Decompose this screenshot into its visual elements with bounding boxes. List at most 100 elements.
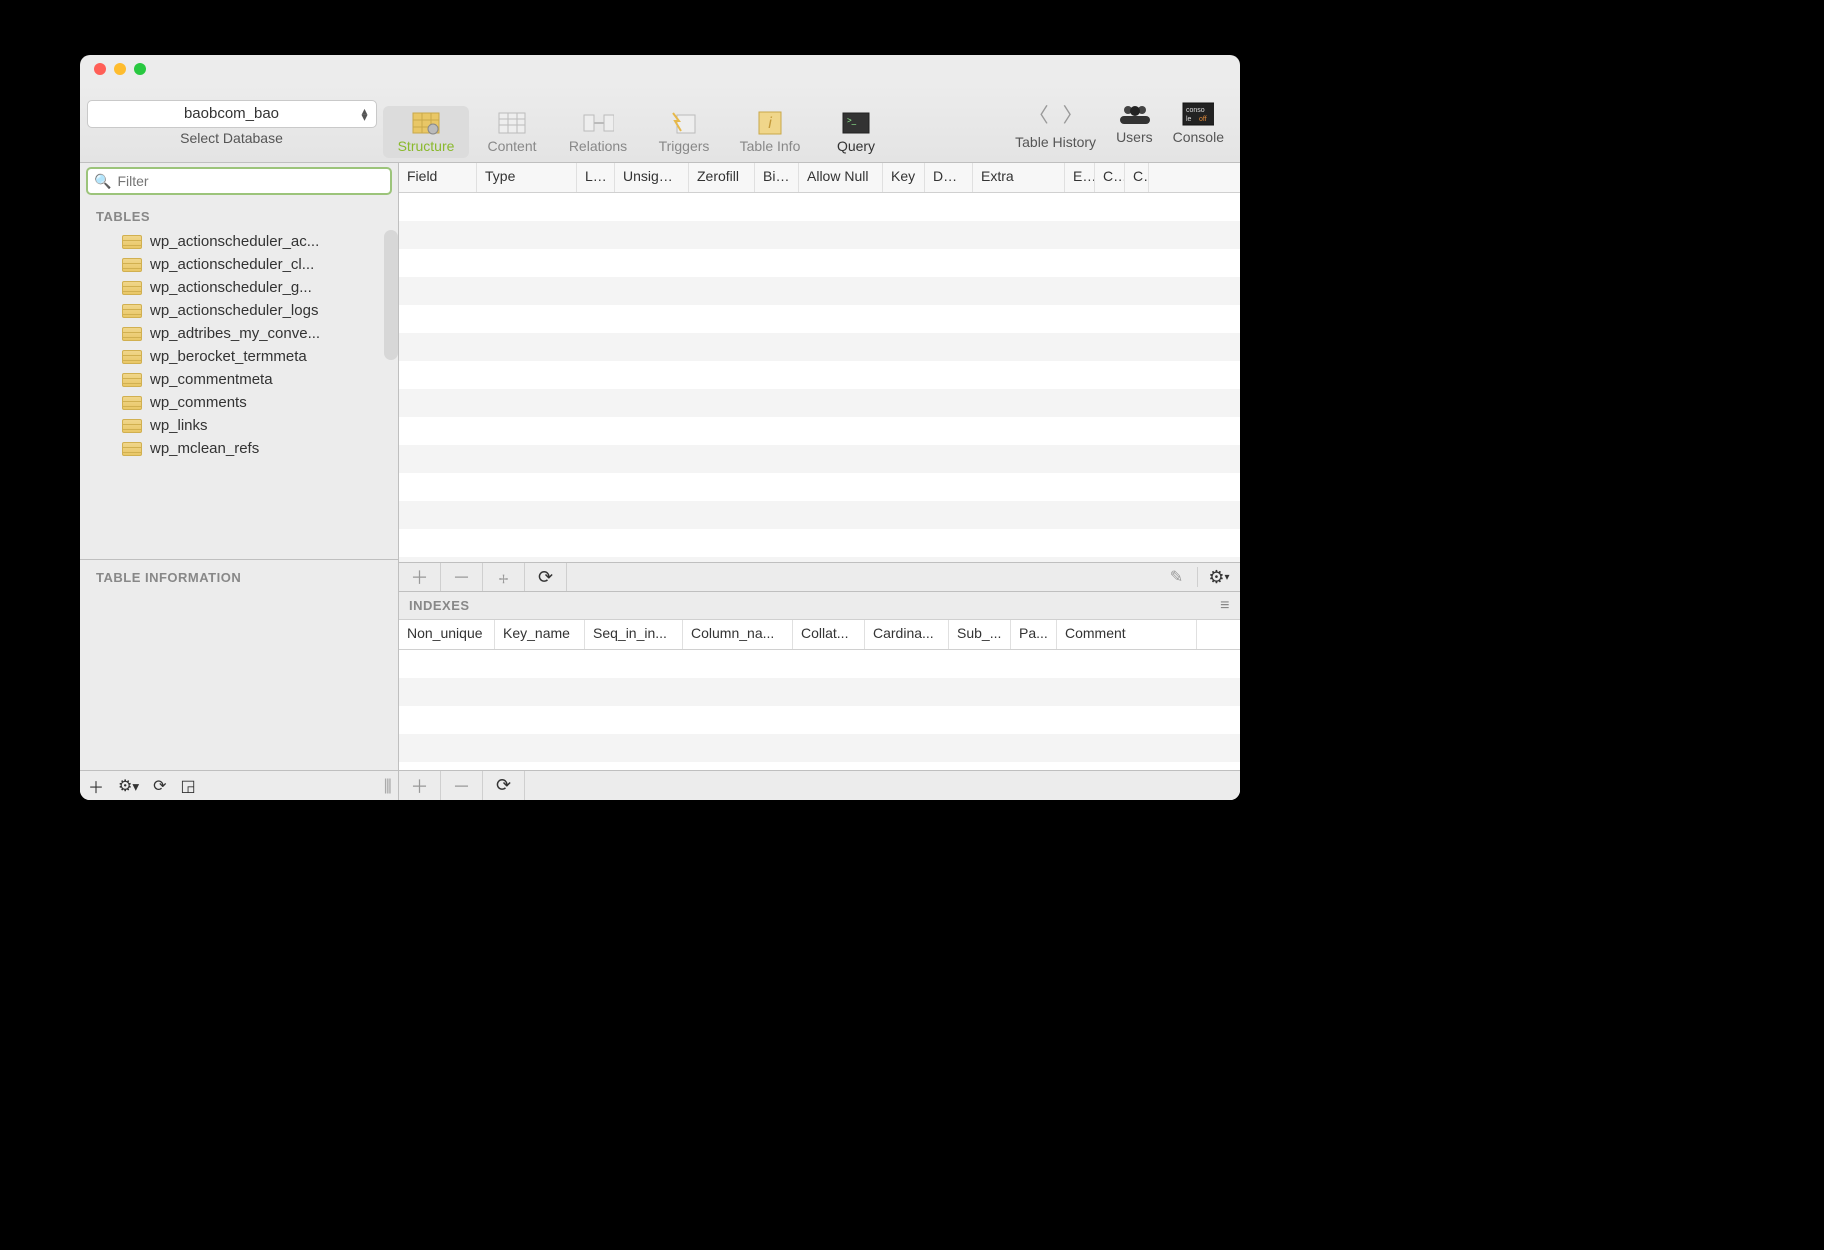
resize-handle-icon[interactable]: |||: [384, 777, 390, 795]
add-table-button[interactable]: ＋: [88, 774, 104, 798]
relations-icon: [582, 110, 614, 136]
column-header[interactable]: Le...: [577, 163, 615, 192]
column-header[interactable]: Type: [477, 163, 577, 192]
table-information-header: TABLE INFORMATION: [80, 560, 398, 591]
table-name: wp_actionscheduler_logs: [150, 302, 318, 319]
tab-structure[interactable]: Structure: [383, 106, 469, 158]
table-name: wp_actionscheduler_cl...: [150, 256, 314, 273]
column-header[interactable]: Extra: [973, 163, 1065, 192]
indexes-toolbar: ＋ － ⟳: [399, 770, 1240, 800]
tab-label: Triggers: [659, 138, 710, 154]
tab-label: Content: [487, 138, 536, 154]
gear-icon[interactable]: ⚙︎▾: [118, 776, 139, 796]
table-row[interactable]: wp_links: [80, 414, 398, 437]
indexes-menu-icon[interactable]: ≡: [1220, 597, 1230, 615]
table-row[interactable]: wp_mclean_refs: [80, 437, 398, 460]
table-name: wp_actionscheduler_g...: [150, 279, 312, 296]
column-header[interactable]: Def...: [925, 163, 973, 192]
fields-toolbar: ＋ － ⧾ ⟳ ✎ ⚙︎▾: [399, 562, 1240, 592]
chevron-updown-icon: ▴▾: [361, 108, 367, 120]
table-name: wp_mclean_refs: [150, 440, 259, 457]
filter-box[interactable]: 🔍: [86, 167, 392, 195]
index-column-header[interactable]: Column_na...: [683, 620, 793, 649]
index-column-header[interactable]: Seq_in_in...: [585, 620, 683, 649]
table-icon: [122, 442, 142, 456]
table-icon: [122, 258, 142, 272]
duplicate-field-button[interactable]: ⧾: [483, 563, 525, 591]
tab-triggers[interactable]: Triggers: [641, 106, 727, 158]
collapse-button[interactable]: ◲: [180, 776, 195, 796]
database-select[interactable]: baobcom_bao ▴▾: [87, 100, 377, 128]
console-icon: consoleoff: [1182, 101, 1214, 127]
table-icon: [122, 235, 142, 249]
console-button[interactable]: consoleoff Console: [1163, 101, 1240, 145]
table-name: wp_comments: [150, 394, 247, 411]
tables-section-header: TABLES: [80, 199, 398, 230]
indexes-grid[interactable]: [399, 650, 1240, 770]
table-row[interactable]: wp_commentmeta: [80, 368, 398, 391]
fields-header: FieldTypeLe...UnsignedZerofillBin...Allo…: [399, 163, 1240, 193]
column-header[interactable]: Key: [883, 163, 925, 192]
database-select-label: Select Database: [180, 130, 283, 146]
index-column-header[interactable]: Key_name: [495, 620, 585, 649]
tab-query[interactable]: >_ Query: [813, 106, 899, 158]
sidebar-scrollbar[interactable]: [384, 230, 398, 360]
svg-text:le: le: [1186, 116, 1192, 123]
add-field-button[interactable]: ＋: [399, 563, 441, 591]
structure-icon: [410, 110, 442, 136]
svg-text:>_: >_: [847, 116, 857, 125]
table-name: wp_adtribes_my_conve...: [150, 325, 320, 342]
history-back-button[interactable]: 〈: [1025, 95, 1053, 132]
users-button[interactable]: Users: [1106, 101, 1163, 145]
column-header[interactable]: Allow Null: [799, 163, 883, 192]
index-column-header[interactable]: Collat...: [793, 620, 865, 649]
table-name: wp_actionscheduler_ac...: [150, 233, 319, 250]
remove-field-button[interactable]: －: [441, 563, 483, 591]
fields-grid[interactable]: [399, 193, 1240, 562]
table-row[interactable]: wp_berocket_termmeta: [80, 345, 398, 368]
table-row[interactable]: wp_actionscheduler_g...: [80, 276, 398, 299]
index-column-header[interactable]: Pa...: [1011, 620, 1057, 649]
column-header[interactable]: Zerofill: [689, 163, 755, 192]
table-row[interactable]: wp_actionscheduler_ac...: [80, 230, 398, 253]
users-icon: [1118, 101, 1150, 127]
index-column-header[interactable]: Cardina...: [865, 620, 949, 649]
edit-button[interactable]: ✎: [1156, 567, 1198, 587]
window-minimize-button[interactable]: [114, 63, 126, 75]
index-column-header[interactable]: Comment: [1057, 620, 1197, 649]
refresh-fields-button[interactable]: ⟳: [525, 563, 567, 591]
history-forward-button[interactable]: 〉: [1059, 95, 1087, 132]
indexes-header-label: INDEXES: [409, 598, 470, 613]
column-header[interactable]: Bin...: [755, 163, 799, 192]
table-row[interactable]: wp_actionscheduler_cl...: [80, 253, 398, 276]
filter-input[interactable]: [117, 173, 384, 189]
table-icon: [122, 304, 142, 318]
tab-relations[interactable]: Relations: [555, 106, 641, 158]
table-row[interactable]: wp_actionscheduler_logs: [80, 299, 398, 322]
column-header[interactable]: C...: [1095, 163, 1125, 192]
table-row[interactable]: wp_adtribes_my_conve...: [80, 322, 398, 345]
column-header[interactable]: C.: [1125, 163, 1149, 192]
sidebar: 🔍 TABLES wp_actionscheduler_ac... wp_acti…: [80, 163, 399, 800]
table-icon: [122, 350, 142, 364]
window-maximize-button[interactable]: [134, 63, 146, 75]
table-name: wp_berocket_termmeta: [150, 348, 307, 365]
column-header[interactable]: Unsigned: [615, 163, 689, 192]
add-index-button[interactable]: ＋: [399, 771, 441, 800]
column-header[interactable]: Field: [399, 163, 477, 192]
table-icon: [122, 281, 142, 295]
tab-table-info[interactable]: i Table Info: [727, 106, 813, 158]
indexes-header: INDEXES ≡: [399, 592, 1240, 620]
main-toolbar: baobcom_bao ▴▾ Select Database Structure…: [80, 83, 1240, 163]
index-column-header[interactable]: Sub_...: [949, 620, 1011, 649]
column-header[interactable]: E...: [1065, 163, 1095, 192]
index-column-header[interactable]: Non_unique: [399, 620, 495, 649]
refresh-button[interactable]: ⟳: [153, 776, 166, 796]
table-row[interactable]: wp_comments: [80, 391, 398, 414]
app-window: baobcom_bao ▴▾ Select Database Structure…: [80, 55, 1240, 800]
window-close-button[interactable]: [94, 63, 106, 75]
remove-index-button[interactable]: －: [441, 771, 483, 800]
tab-content[interactable]: Content: [469, 106, 555, 158]
refresh-indexes-button[interactable]: ⟳: [483, 771, 525, 800]
settings-gear-button[interactable]: ⚙︎▾: [1198, 567, 1240, 588]
